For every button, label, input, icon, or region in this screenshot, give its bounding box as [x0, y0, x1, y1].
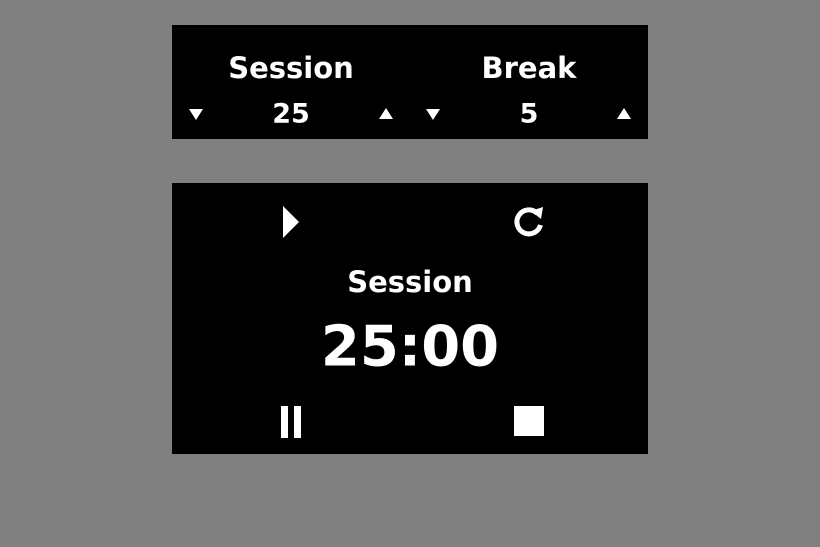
refresh-icon [514, 207, 543, 237]
session-length-title: Session [228, 51, 354, 85]
stop-button[interactable] [513, 405, 545, 437]
session-length-value: 25 [272, 98, 310, 130]
pause-icon [281, 406, 301, 438]
triangle-up-icon [617, 108, 631, 119]
triangle-down-icon [426, 109, 440, 120]
reset-button[interactable] [511, 204, 547, 240]
stop-icon [514, 406, 544, 436]
break-length-value: 5 [519, 98, 539, 130]
break-decrement-button[interactable] [419, 100, 447, 128]
break-increment-button[interactable] [610, 100, 638, 128]
triangle-down-icon [189, 109, 203, 120]
session-decrement-button[interactable] [182, 100, 210, 128]
play-button[interactable] [281, 205, 301, 239]
timer-panel: Session 25:00 [172, 183, 648, 454]
play-icon [283, 206, 299, 238]
timer-label: Session [347, 265, 473, 299]
session-increment-button[interactable] [372, 100, 400, 128]
length-settings-panel: Session 25 Break 5 [172, 25, 648, 139]
pause-button[interactable] [279, 404, 303, 440]
time-left-display: 25:00 [320, 314, 500, 380]
triangle-up-icon [379, 108, 393, 119]
break-length-title: Break [481, 51, 577, 85]
